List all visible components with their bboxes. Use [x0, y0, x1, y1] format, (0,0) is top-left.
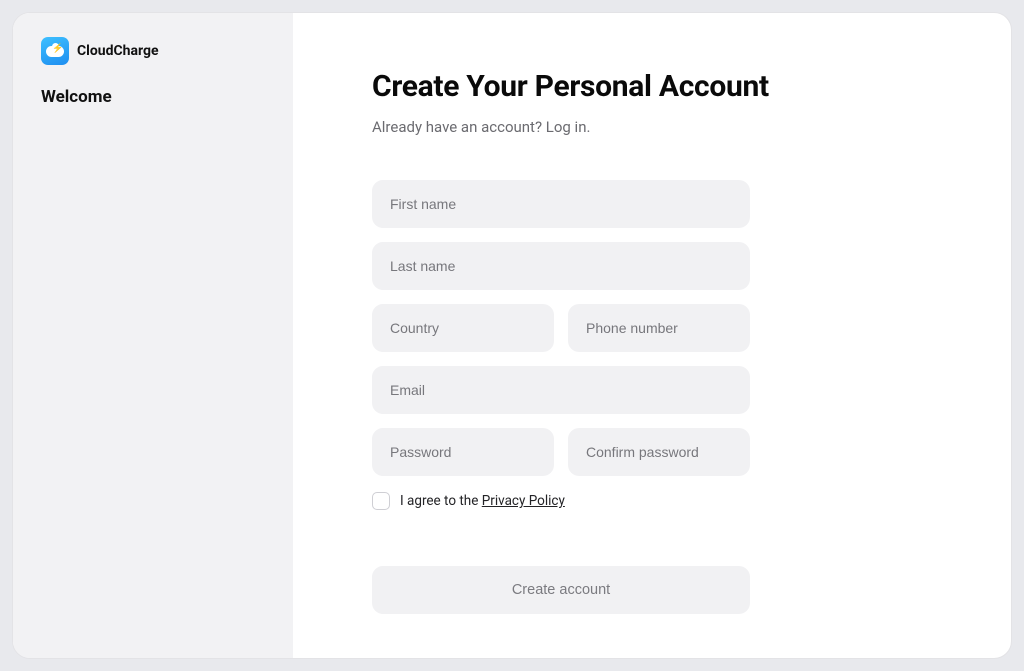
country-input[interactable] [372, 304, 554, 352]
cloudcharge-logo-icon: ⚡ [41, 37, 69, 65]
consent-row: I agree to the Privacy Policy [372, 492, 750, 510]
password-input[interactable] [372, 428, 554, 476]
login-prompt: Already have an account? Log in. [372, 118, 932, 136]
email-input[interactable] [372, 366, 750, 414]
privacy-policy-link[interactable]: Privacy Policy [482, 493, 565, 509]
brand-row: ⚡ CloudCharge [41, 37, 265, 65]
brand-name: CloudCharge [77, 43, 159, 59]
signup-form: I agree to the Privacy Policy Create acc… [372, 180, 750, 614]
sidebar: ⚡ CloudCharge Welcome [13, 13, 293, 658]
sidebar-title: Welcome [41, 87, 265, 107]
confirm-password-input[interactable] [568, 428, 750, 476]
create-account-button[interactable]: Create account [372, 566, 750, 614]
page-title: Create Your Personal Account [372, 69, 932, 104]
consent-text: I agree to the Privacy Policy [400, 493, 565, 509]
first-name-input[interactable] [372, 180, 750, 228]
last-name-input[interactable] [372, 242, 750, 290]
already-have-account-text: Already have an account? [372, 118, 546, 136]
consent-checkbox[interactable] [372, 492, 390, 510]
login-link[interactable]: Log in. [546, 118, 591, 136]
phone-input[interactable] [568, 304, 750, 352]
consent-prefix: I agree to the [400, 493, 482, 509]
main-content: Create Your Personal Account Already hav… [293, 13, 1011, 658]
app-window: ⚡ CloudCharge Welcome Create Your Person… [12, 12, 1012, 659]
